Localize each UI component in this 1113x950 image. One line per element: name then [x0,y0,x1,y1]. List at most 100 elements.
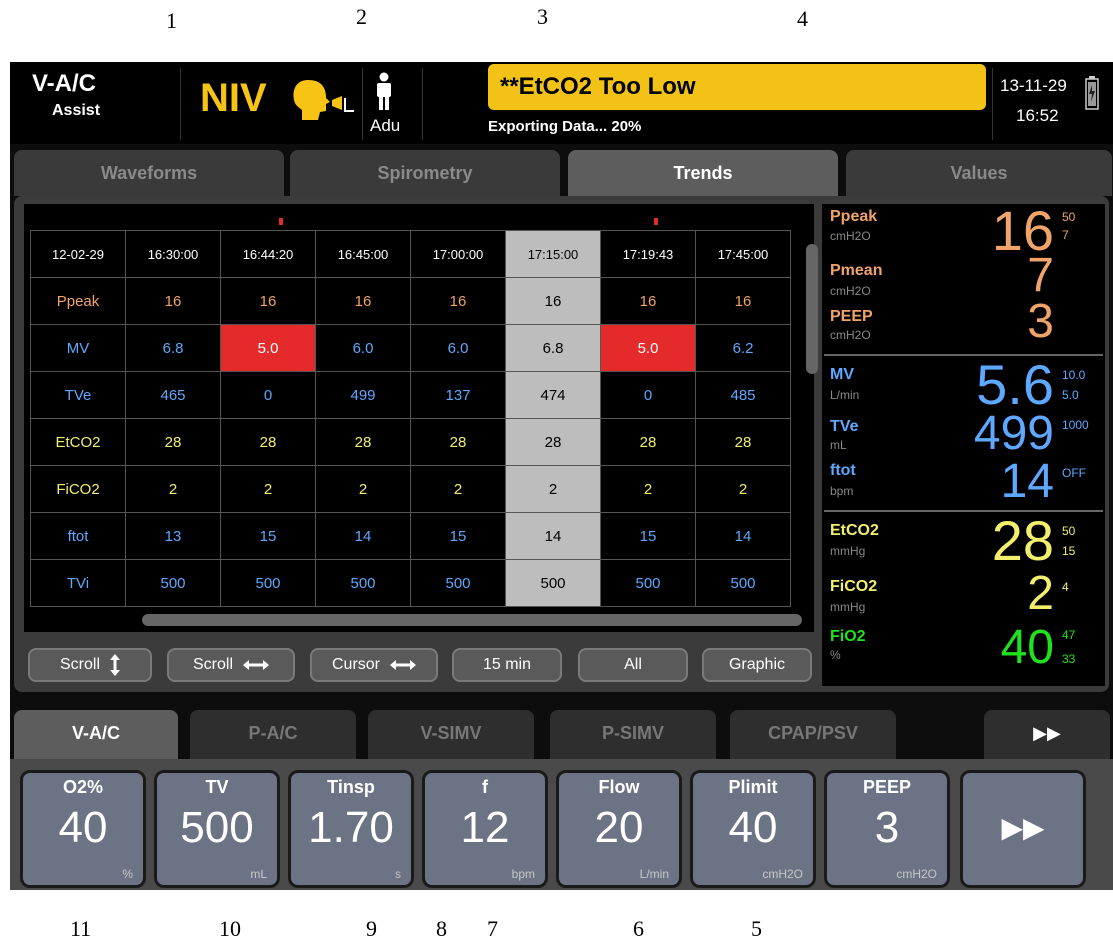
ppeak-low-limit: 7 [1062,228,1069,242]
graphic-view-button[interactable]: Graphic [702,648,812,682]
trend-time-header[interactable]: 17:15:00 [505,230,601,278]
scroll-horizontal-button[interactable]: Scroll [167,648,295,682]
trend-row-label: EtCO2 [30,418,126,466]
trend-cell[interactable]: 13 [125,512,221,560]
trend-cell[interactable]: 6.0 [410,324,506,372]
more-modes-button[interactable]: ▶▶ [984,710,1110,760]
trend-cell[interactable]: 5.0 [600,324,696,372]
trend-cell[interactable]: 28 [505,418,601,466]
trend-cell[interactable]: 485 [695,371,791,419]
param-unit: mL [250,867,267,881]
trend-cell[interactable]: 500 [505,559,601,607]
trend-cell[interactable]: 16 [410,277,506,325]
filter-button[interactable]: All [578,648,688,682]
trend-cell[interactable]: 14 [505,512,601,560]
param-value: 500 [180,803,254,852]
trend-cell[interactable]: 2 [505,465,601,513]
cursor-button[interactable]: Cursor [310,648,438,682]
tab-spirometry[interactable]: Spirometry [290,150,560,196]
button-label: Cursor [331,656,380,673]
mode-tab-v-ac[interactable]: V-A/C [14,710,178,762]
mode-tab-p-ac[interactable]: P-A/C [190,710,356,760]
param-value: 20 [594,803,644,852]
scroll-vertical-button[interactable]: Scroll [28,648,152,682]
interval-button[interactable]: 15 min [452,648,562,682]
status-header: V-A/C Assist NIV Adu **EtCO2 Too Low Exp… [10,62,1113,144]
trend-cell[interactable]: 2 [220,465,316,513]
param-unit: s [395,867,401,881]
param-unit: bpm [511,867,535,881]
trend-cell[interactable]: 15 [220,512,316,560]
trend-cell[interactable]: 137 [410,371,506,419]
trend-time-header[interactable]: 17:00:00 [410,230,506,278]
trend-cell[interactable]: 500 [695,559,791,607]
param-button-tinsp[interactable]: Tinsp 1.70 s [288,770,414,888]
trend-cell[interactable]: 6.8 [505,324,601,372]
trend-cell[interactable]: 500 [220,559,316,607]
tab-waveforms[interactable]: Waveforms [14,150,284,196]
trend-cell[interactable]: 14 [315,512,411,560]
trend-cell[interactable]: 15 [600,512,696,560]
trend-cell[interactable]: 5.0 [220,324,316,372]
tab-trends[interactable]: Trends [568,150,838,196]
trend-cell[interactable]: 14 [695,512,791,560]
trend-cell[interactable]: 6.2 [695,324,791,372]
vertical-scrollbar[interactable] [806,244,818,374]
trend-time-header[interactable]: 16:45:00 [315,230,411,278]
trend-cell[interactable]: 2 [600,465,696,513]
trend-cell[interactable]: 6.0 [315,324,411,372]
trend-cell[interactable]: 28 [315,418,411,466]
trend-cell[interactable]: 500 [410,559,506,607]
trend-cell[interactable]: 28 [600,418,696,466]
trend-cell[interactable]: 0 [600,371,696,419]
callout-3: 3 [537,4,548,29]
values-panel: Ppeak cmH2O 16 50 7 Pmean cmH2O 7 PEEP c… [822,199,1105,686]
trend-cell[interactable]: 16 [125,277,221,325]
trend-cell[interactable]: 500 [600,559,696,607]
trend-cell[interactable]: 500 [315,559,411,607]
trend-cell[interactable]: 2 [125,465,221,513]
param-button-o2[interactable]: O2% 40% [20,770,146,888]
trend-cell[interactable]: 16 [505,277,601,325]
trend-cell[interactable]: 28 [220,418,316,466]
trend-cell[interactable]: 6.8 [125,324,221,372]
etco2-low-limit: 15 [1062,544,1076,558]
fico2-unit: mmHg [830,600,866,614]
peep-unit: cmH2O [830,328,871,342]
param-unit: % [122,867,133,881]
param-button-flow[interactable]: Flow 20 L/min [556,770,682,888]
more-parameters-button[interactable]: ▶▶ [960,770,1086,888]
trend-cell[interactable]: 474 [505,371,601,419]
trend-cell[interactable]: 465 [125,371,221,419]
trend-cell[interactable]: 16 [220,277,316,325]
param-button-f[interactable]: f 12 bpm [422,770,548,888]
mode-tab-p-simv[interactable]: P-SIMV [550,710,716,760]
tab-values[interactable]: Values [846,150,1112,196]
param-button-tv[interactable]: TV 500 mL [154,770,280,888]
trend-cell[interactable]: 2 [695,465,791,513]
mode-tab-v-simv[interactable]: V-SIMV [368,710,534,760]
trend-cell[interactable]: 16 [600,277,696,325]
trend-cell[interactable]: 2 [410,465,506,513]
trend-cell[interactable]: 0 [220,371,316,419]
event-marker [654,218,658,225]
trend-time-header[interactable]: 16:30:00 [125,230,221,278]
trend-cell[interactable]: 499 [315,371,411,419]
trend-cell[interactable]: 16 [315,277,411,325]
mode-tab-cpap-psv[interactable]: CPAP/PSV [730,710,896,760]
trend-cell[interactable]: 2 [315,465,411,513]
trend-cell[interactable]: 28 [695,418,791,466]
trend-time-header[interactable]: 17:45:00 [695,230,791,278]
alarm-message[interactable]: **EtCO2 Too Low [488,64,986,110]
trend-cell[interactable]: 28 [410,418,506,466]
trend-cell[interactable]: 16 [695,277,791,325]
param-value: 3 [874,803,900,852]
param-button-peep[interactable]: PEEP 3 cmH2O [824,770,950,888]
trend-cell[interactable]: 15 [410,512,506,560]
horizontal-scrollbar[interactable] [142,614,802,626]
param-button-plimit[interactable]: Plimit 40 cmH2O [690,770,816,888]
trend-time-header[interactable]: 17:19:43 [600,230,696,278]
trend-time-header[interactable]: 16:44:20 [220,230,316,278]
trend-cell[interactable]: 500 [125,559,221,607]
trend-cell[interactable]: 28 [125,418,221,466]
